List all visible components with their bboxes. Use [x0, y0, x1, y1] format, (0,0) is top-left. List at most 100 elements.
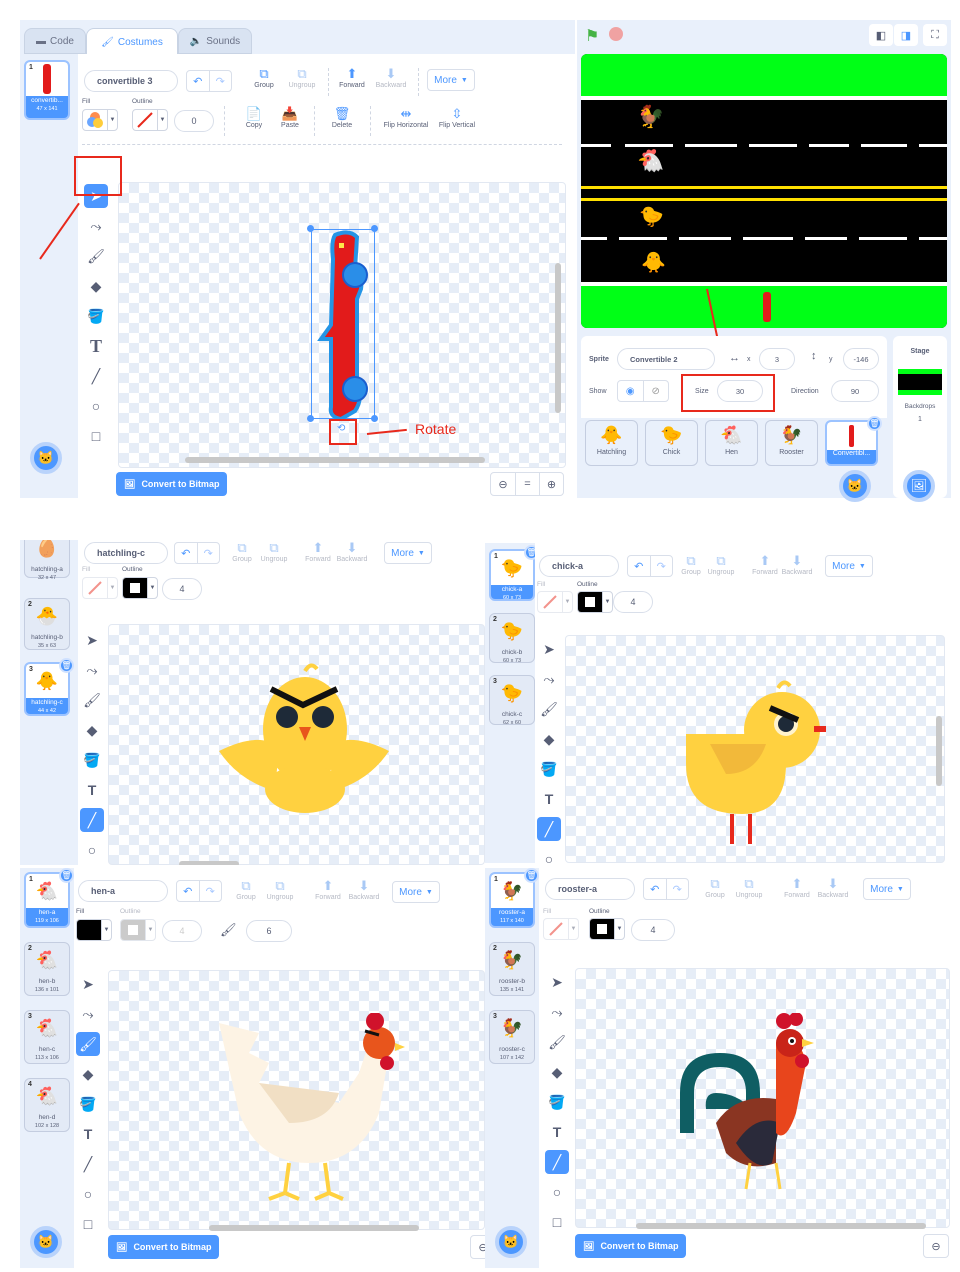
outline-color-picker[interactable]: ▼ — [132, 109, 168, 131]
undo-button[interactable]: ↶ — [175, 543, 197, 563]
drawing-canvas[interactable] — [108, 970, 485, 1231]
eraser-tool[interactable]: ◆ — [537, 727, 561, 751]
costume-name-input[interactable]: hen-a — [78, 880, 168, 902]
line-tool[interactable]: ╱ — [84, 364, 108, 388]
resize-handle[interactable] — [307, 225, 314, 232]
delete-sprite-button[interactable]: 🗑 — [867, 416, 882, 431]
zoom-out-button[interactable]: ⊖ — [471, 1236, 485, 1258]
forward-button[interactable]: ⬆ Forward — [308, 878, 348, 901]
choose-sprite-button[interactable]: 🐱 — [839, 470, 871, 502]
circle-tool[interactable]: ○ — [80, 838, 104, 862]
outline-width-input[interactable]: 4 — [162, 920, 202, 942]
green-flag-button[interactable]: ⚑ — [585, 26, 599, 46]
brush-tool[interactable]: 🖌 — [80, 688, 104, 712]
horizontal-scrollbar[interactable] — [185, 457, 485, 463]
text-tool[interactable]: T — [537, 787, 561, 811]
hatchling-sprite[interactable]: 🐥 — [641, 250, 666, 275]
ungroup-button[interactable]: ⧉ Ungroup — [282, 66, 322, 89]
costume-item[interactable]: 3 🐤 chick-c 62 x 60 — [489, 675, 535, 726]
costume-item[interactable]: 2 🐤 chick-b 60 x 73 — [489, 613, 535, 664]
redo-button[interactable]: ↷ — [649, 556, 673, 576]
costume-item[interactable]: 2 🐓 rooster-b 135 x 141 — [489, 942, 535, 996]
line-tool[interactable]: ╱ — [80, 808, 104, 832]
undo-button[interactable]: ↶ — [177, 881, 199, 901]
more-button[interactable]: More ▼ — [427, 69, 475, 91]
show-hidden-button[interactable]: ⊘ — [642, 381, 669, 401]
ungroup-button[interactable]: ⧉ Ungroup — [254, 540, 294, 563]
fill-tool[interactable]: 🪣 — [537, 757, 561, 781]
ungroup-button[interactable]: ⧉ Ungroup — [729, 876, 769, 899]
sprite-name-input[interactable]: Convertible 2 — [617, 348, 715, 370]
fill-tool[interactable]: 🪣 — [76, 1092, 100, 1116]
sprite-tile-hen[interactable]: 🐔 Hen — [705, 420, 758, 466]
reshape-tool[interactable]: ⤳ — [84, 214, 108, 238]
undo-button[interactable]: ↶ — [644, 879, 666, 899]
convertible-car-shape[interactable] — [315, 229, 375, 423]
select-tool[interactable]: ➤ — [76, 972, 100, 996]
costume-item[interactable]: 1 🐤 chick-a 60 x 73 🗑 — [489, 545, 539, 601]
outline-width-input[interactable]: 4 — [613, 591, 653, 613]
sprite-tile-hatchling[interactable]: 🐥 Hatchling — [585, 420, 638, 466]
costume-item[interactable]: 1 🐔 hen-a 119 x 106 🗑 — [24, 868, 74, 928]
reshape-tool[interactable]: ⤳ — [545, 1000, 569, 1024]
outline-color-picker[interactable]: ▼ — [589, 918, 625, 940]
drawing-canvas[interactable] — [108, 624, 485, 865]
fill-color-picker[interactable]: ▼ — [537, 591, 573, 613]
select-tool[interactable]: ➤ — [537, 637, 561, 661]
rectangle-tool[interactable]: □ — [84, 424, 108, 448]
choose-costume-button[interactable]: 🐱 — [495, 1226, 527, 1258]
fill-color-picker[interactable]: ▼ — [82, 109, 118, 131]
rectangle-tool[interactable]: □ — [545, 1210, 569, 1234]
costume-name-input[interactable]: rooster-a — [545, 878, 635, 900]
more-button[interactable]: More ▼ — [392, 881, 440, 903]
choose-backdrop-button[interactable]: 🖼 — [903, 470, 935, 502]
rooster-sprite[interactable]: 🐓 — [637, 104, 664, 130]
zoom-out-button[interactable]: ⊖ — [491, 473, 515, 495]
ungroup-button[interactable]: ⧉ Ungroup — [260, 878, 300, 901]
resize-handle[interactable] — [371, 225, 378, 232]
text-tool[interactable]: T — [545, 1120, 569, 1144]
fill-color-picker[interactable]: ▼ — [82, 577, 118, 599]
stop-button[interactable] — [609, 27, 623, 41]
costume-item[interactable]: 1 convertib... 47 x 141 — [24, 60, 70, 120]
circle-tool[interactable]: ○ — [537, 847, 561, 863]
delete-button[interactable]: 🗑 Delete — [322, 106, 362, 129]
rectangle-tool[interactable]: □ — [76, 1212, 100, 1236]
resize-handle[interactable] — [307, 415, 314, 422]
brush-tool[interactable]: 🖌 — [537, 697, 561, 721]
outline-color-picker[interactable]: ▼ — [577, 591, 613, 613]
costume-name-input[interactable]: hatchling-c — [84, 542, 168, 564]
line-tool[interactable]: ╱ — [537, 817, 561, 841]
costume-item[interactable]: 2 🐔 hen-b 136 x 101 — [24, 942, 70, 996]
backward-button[interactable]: ⬇ Backward — [344, 878, 384, 901]
more-button[interactable]: More ▼ — [863, 878, 911, 900]
zoom-in-button[interactable]: ⊕ — [539, 473, 563, 495]
costume-item[interactable]: 4 🐔 hen-d 102 x 128 — [24, 1078, 70, 1132]
redo-button[interactable]: ↷ — [208, 71, 232, 91]
fill-tool[interactable]: 🪣 — [80, 748, 104, 772]
delete-costume-button[interactable]: 🗑 — [59, 868, 74, 883]
line-tool[interactable]: ╱ — [76, 1152, 100, 1176]
hen-sprite[interactable]: 🐔 — [637, 148, 664, 174]
circle-tool[interactable]: ○ — [84, 394, 108, 418]
fill-color-picker[interactable]: ▼ — [76, 919, 112, 941]
direction-input[interactable]: 90 — [831, 380, 879, 402]
text-tool[interactable]: T — [80, 778, 104, 802]
y-input[interactable]: -146 — [843, 348, 879, 370]
tab-code[interactable]: ▬ Code — [24, 28, 86, 54]
eraser-tool[interactable]: ◆ — [545, 1060, 569, 1084]
vertical-scrollbar[interactable] — [555, 263, 561, 413]
fill-tool[interactable]: 🪣 — [84, 304, 108, 328]
brush-tool[interactable]: 🖌 — [84, 244, 108, 268]
costume-item[interactable]: 3 🐓 rooster-c 107 x 142 — [489, 1010, 535, 1064]
backward-button[interactable]: ⬇ Backward — [371, 66, 411, 89]
show-visible-button[interactable]: ◉ — [618, 381, 643, 401]
costume-item[interactable]: 3 🐔 hen-c 113 x 106 — [24, 1010, 70, 1064]
eraser-tool[interactable]: ◆ — [84, 274, 108, 298]
sprite-tile-chick[interactable]: 🐤 Chick — [645, 420, 698, 466]
convertible-sprite[interactable] — [763, 292, 771, 322]
stage-canvas[interactable]: 🐓 🐔 🐤 🐥 — [581, 54, 947, 328]
text-tool[interactable]: T — [76, 1122, 100, 1146]
flip-vertical-button[interactable]: ⇳ Flip Vertical — [434, 106, 480, 129]
costume-item[interactable]: 1 🐓 rooster-a 117 x 140 🗑 — [489, 868, 539, 928]
